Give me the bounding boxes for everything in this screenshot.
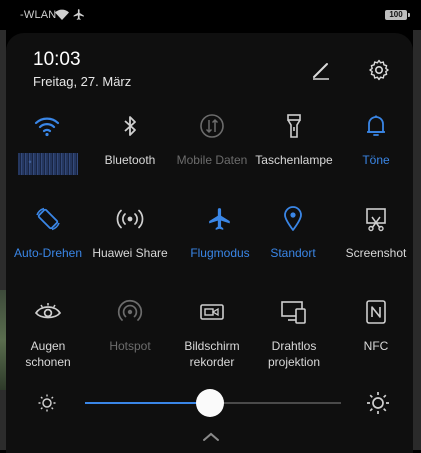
edit-icon [313, 63, 329, 80]
video-record-icon [198, 298, 226, 326]
gear-icon [369, 59, 389, 81]
wifi-status-icon [54, 8, 70, 26]
collapse-handle[interactable] [201, 432, 221, 444]
screenshot-icon [362, 205, 390, 233]
mobile-data-icon [198, 112, 226, 140]
rotate-icon [34, 205, 62, 233]
edit-tiles-button[interactable] [307, 56, 335, 84]
eye-icon [34, 298, 62, 326]
wifi-network-name-obscured [18, 153, 78, 175]
tile-label-line1: Augen [30, 339, 66, 353]
flashlight-icon [280, 112, 308, 140]
airplane-icon [206, 205, 234, 233]
brightness-low-icon [36, 392, 58, 414]
projection-icon [280, 298, 308, 326]
settings-button[interactable] [365, 56, 393, 84]
tile-label-line1: Bildschirm [184, 339, 240, 353]
clock-date: Freitag, 27. März [33, 74, 132, 89]
chevron-up-icon [203, 432, 219, 441]
tile-huawei-share[interactable]: Huawei Share [80, 205, 180, 285]
bluetooth-icon [116, 112, 144, 140]
tile-label: NFC [363, 339, 389, 353]
nfc-icon [362, 298, 390, 326]
tile-label-line2: rekorder [189, 355, 235, 369]
brightness-slider-fill [85, 402, 211, 404]
bell-icon [362, 112, 390, 140]
share-signal-icon [116, 205, 144, 233]
hotspot-icon [116, 298, 144, 326]
location-pin-icon [279, 205, 307, 233]
clock-time: 10:03 [33, 49, 81, 70]
tile-label-line2: schonen [25, 355, 71, 369]
tile-label: Töne [362, 153, 390, 167]
tile-sound[interactable]: Töne [326, 112, 421, 192]
brightness-high-icon [365, 390, 391, 416]
battery-indicator: 100 [385, 10, 410, 20]
wifi-icon [33, 112, 61, 140]
network-label: -WLAN [20, 9, 57, 21]
tile-label-line1: Drahtlos [271, 339, 317, 353]
airplane-status-icon [72, 8, 86, 26]
status-bar: -WLAN 100 [0, 0, 421, 30]
tile-label-line2: projektion [267, 355, 321, 369]
tile-label: Screenshot [345, 246, 407, 260]
tile-label: Huawei Share [92, 246, 168, 260]
tile-nfc[interactable]: NFC [326, 298, 421, 378]
tile-screenshot[interactable]: Screenshot [326, 205, 421, 285]
